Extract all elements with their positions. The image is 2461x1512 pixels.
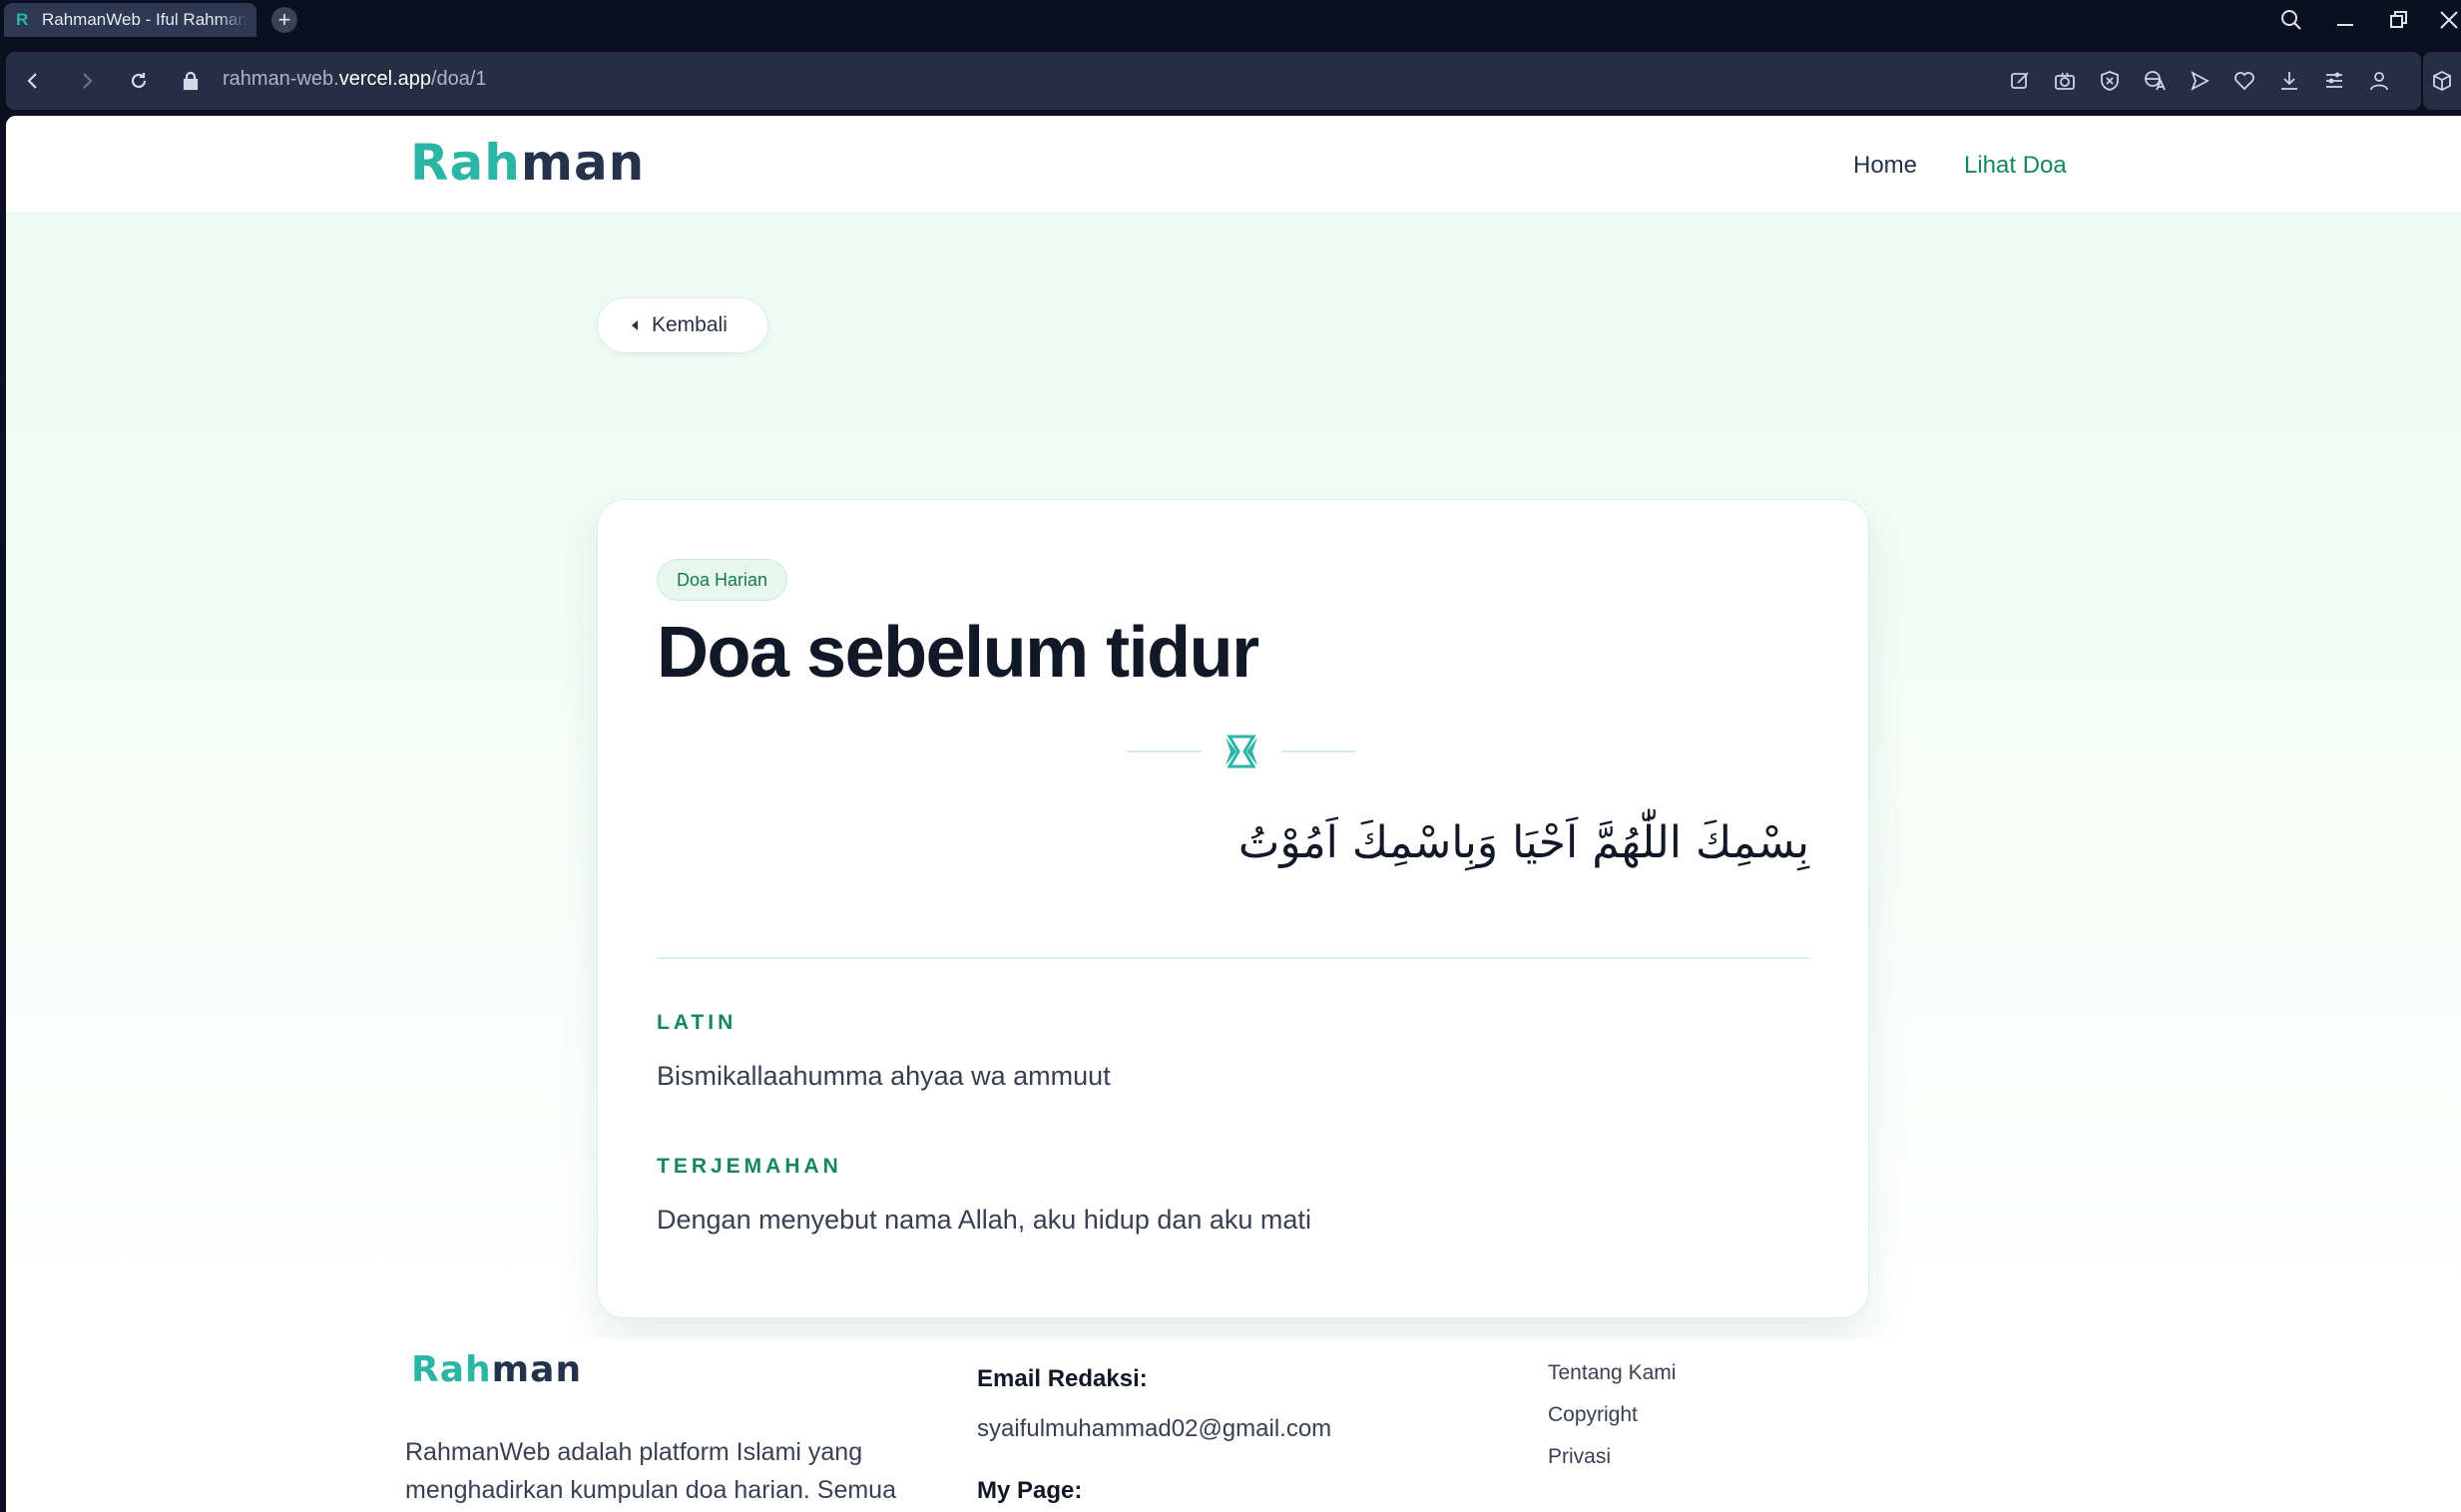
- edit-icon[interactable]: [2005, 66, 2035, 96]
- tab-title: RahmanWeb - Iful Rahman: [42, 10, 247, 29]
- footer-link-privasi[interactable]: Privasi: [1548, 1445, 1611, 1469]
- shield-icon[interactable]: [2095, 66, 2125, 96]
- section-divider: [657, 957, 1810, 959]
- send-icon[interactable]: [2185, 66, 2215, 96]
- translate-icon[interactable]: [2140, 66, 2170, 96]
- tab-favicon: R: [16, 10, 29, 29]
- url-field[interactable]: rahman-web.vercel.app/doa/1: [223, 68, 487, 91]
- url-prefix: rahman-web.: [223, 68, 339, 90]
- category-badge: Doa Harian: [657, 559, 788, 601]
- site-header: Rahman Home Lihat Doa: [6, 116, 2461, 212]
- doa-card: Doa Harian Doa sebelum tidur بِسْمِكَ ال…: [597, 499, 1869, 1318]
- footer-logo-part-1: Rah: [411, 1349, 492, 1390]
- email-heading: Email Redaksi:: [977, 1365, 1148, 1392]
- heart-icon[interactable]: [2229, 66, 2259, 96]
- back-icon[interactable]: [16, 64, 50, 98]
- footer-logo-part-2: man: [491, 1349, 583, 1390]
- footer-email[interactable]: syaifulmuhammad02@gmail.com: [977, 1415, 1331, 1443]
- reload-icon[interactable]: [122, 64, 156, 98]
- footer-description: RahmanWeb adalah platform Islami yang me…: [405, 1438, 896, 1504]
- translation-text: Dengan menyebut nama Allah, aku hidup da…: [657, 1205, 1311, 1235]
- footer-logo[interactable]: Rahman: [411, 1349, 582, 1390]
- search-icon[interactable]: [2271, 0, 2311, 40]
- site-logo[interactable]: Rahman: [410, 134, 645, 192]
- arabic-text: بِسْمِكَ اللّٰهُمَّ اَحْيَا وَبِاسْمِكَ …: [1237, 817, 1809, 868]
- browser-toolbar: rahman-web.vercel.app/doa/1: [0, 52, 2461, 110]
- main-content: Kembali Doa Harian Doa sebelum tidur بِس…: [6, 212, 2461, 1339]
- restore-icon[interactable]: [2379, 0, 2419, 40]
- back-button-label: Kembali: [652, 313, 728, 336]
- close-icon[interactable]: [2429, 0, 2461, 40]
- download-icon[interactable]: [2274, 66, 2304, 96]
- nav-lihat-doa-link[interactable]: Lihat Doa: [1964, 152, 2067, 180]
- caret-left-icon: [632, 320, 638, 330]
- latin-label: LATIN: [657, 1011, 738, 1034]
- logo-part-1: Rah: [410, 134, 521, 192]
- doa-title: Doa sebelum tidur: [657, 613, 1259, 693]
- logo-part-2: man: [520, 134, 646, 192]
- url-host: vercel.app: [338, 68, 431, 90]
- latin-text: Bismikallaahumma ahyaa wa ammuut: [657, 1061, 1111, 1091]
- mypage-heading: My Page:: [977, 1477, 1083, 1504]
- url-path: /doa/1: [431, 68, 487, 90]
- back-button[interactable]: Kembali: [597, 297, 768, 353]
- camera-icon[interactable]: [2050, 66, 2080, 96]
- address-bar: rahman-web.vercel.app/doa/1: [6, 52, 2421, 110]
- menu-icon[interactable]: [2319, 66, 2349, 96]
- translation-label: TERJEMAHAN: [657, 1155, 842, 1178]
- extension-icon[interactable]: [2423, 52, 2461, 110]
- browser-tab-bar: R RahmanWeb - Iful Rahman +: [0, 0, 2461, 52]
- nav-home-link[interactable]: Home: [1853, 152, 1917, 180]
- footer-link-copyright[interactable]: Copyright: [1548, 1403, 1638, 1427]
- browser-tab[interactable]: R RahmanWeb - Iful Rahman: [4, 3, 256, 37]
- lock-icon: [174, 64, 208, 98]
- site-footer: Rahman RahmanWeb adalah platform Islami …: [6, 1339, 2461, 1512]
- page-viewport: Rahman Home Lihat Doa Kembali Doa Harian…: [6, 116, 2461, 1512]
- minimize-icon[interactable]: [2325, 0, 2365, 40]
- ornament-icon: [1127, 735, 1356, 768]
- footer-link-tentang-kami[interactable]: Tentang Kami: [1548, 1361, 1676, 1385]
- new-tab-button[interactable]: +: [271, 7, 297, 33]
- profile-icon[interactable]: [2364, 66, 2394, 96]
- forward-icon[interactable]: [70, 64, 104, 98]
